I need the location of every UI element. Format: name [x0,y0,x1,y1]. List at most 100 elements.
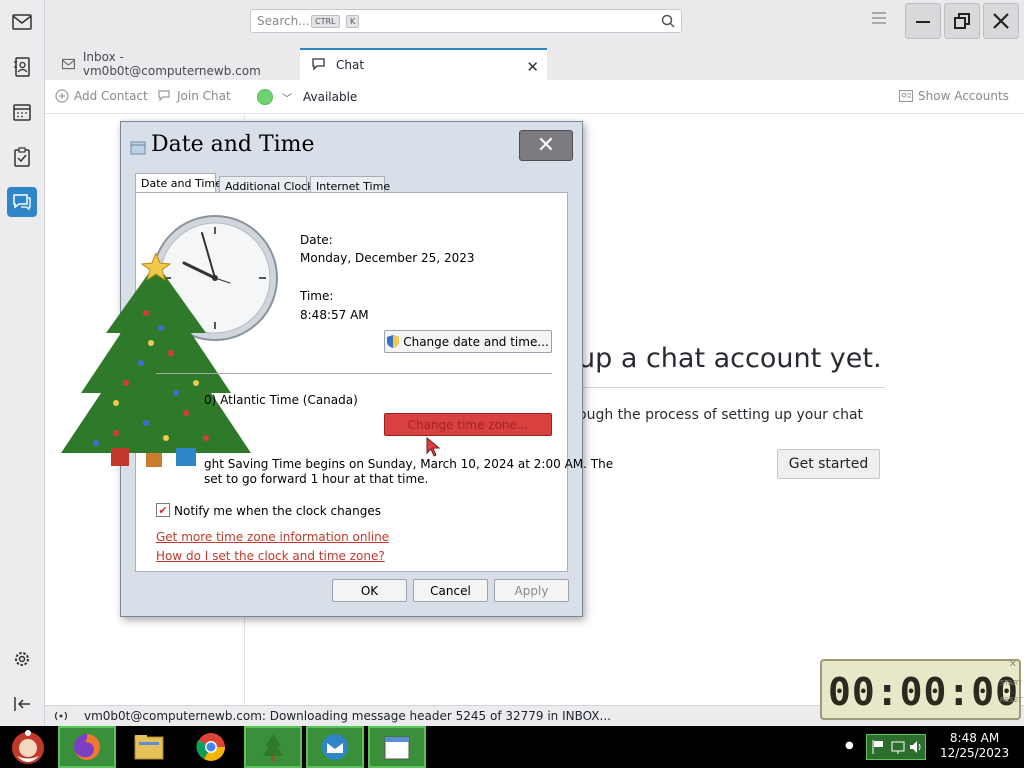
search-input[interactable]: Search... CTRL K [250,9,682,33]
app-menu-button[interactable] [872,12,892,32]
chat-icon [13,194,31,211]
mail-icon [62,58,75,70]
mouse-cursor-icon [426,437,440,457]
change-date-time-label: Change date and time... [403,334,549,349]
notify-label: Notify me when the clock changes [174,504,381,518]
system-tray [866,734,926,760]
taskbar-clock[interactable]: 8:48 AM 12/25/2023 [940,731,1009,761]
xmas-tree-icon [263,734,283,761]
restore-button[interactable] [944,3,980,39]
kbd-k: K [346,15,360,28]
close-icon [993,13,1009,29]
minimize-icon [916,21,930,23]
search-icon [661,14,675,28]
chat-icon [312,58,325,71]
time-label: Time: [300,289,334,303]
status-available-icon [257,89,273,105]
settings-space-button[interactable] [7,644,37,674]
collapse-left-icon [14,697,30,711]
hamburger-icon [872,12,886,24]
thunderbird-icon [322,734,348,760]
join-chat-icon [158,90,170,102]
tab-close-icon[interactable]: ✕ [526,58,539,76]
tab-chat[interactable]: Chat ✕ [300,48,547,80]
dialog-title: Date and Time [151,132,315,157]
show-accounts-button[interactable]: Show Accounts [899,89,1009,103]
dst-notice-line1: ght Saving Time begins on Sunday, March … [204,457,614,471]
tab-chat-label: Chat [336,58,365,72]
status-label: Available [303,90,358,104]
address-book-icon [14,57,30,77]
chevron-down-icon: ﹀ [282,93,292,105]
section-divider [156,373,552,374]
add-contact-icon [55,89,69,103]
dialog-close-button[interactable]: ✕ [519,130,573,161]
restore-icon [954,13,970,29]
status-text: vm0b0t@computernewb.com: Downloading mes… [84,709,611,723]
tab-inbox[interactable]: Inbox - vm0b0t@computernewb.com [50,48,300,80]
date-value: Monday, December 25, 2023 [300,251,475,265]
collapse-spaces-button[interactable] [7,689,37,719]
add-contact-button[interactable]: Add Contact [55,89,148,103]
taskbar-chrome[interactable] [182,726,240,768]
tray-overflow-icon[interactable]: ● [845,740,854,751]
taskbar-file-explorer[interactable] [120,726,178,768]
chrome-icon [196,733,225,761]
taskbar-time: 8:48 AM [949,731,1000,745]
calendar-space-button[interactable] [7,97,37,127]
flag-icon[interactable] [871,739,885,755]
start-button[interactable] [0,726,56,768]
notify-checkbox[interactable]: ✔ [156,503,170,517]
christmas-tree-icon [61,253,251,467]
timezone-value: 0) Atlantic Time (Canada) [204,393,358,407]
tasks-icon [14,147,30,167]
taskbar-thunderbird[interactable] [306,726,364,768]
dst-notice-line2: set to go forward 1 hour at that time. [204,472,429,486]
online-status-icon [54,711,68,721]
date-time-panel: Date: Monday, December 25, 2023 Time: 8:… [61,192,613,572]
time-value: 8:48:57 AM [300,308,369,322]
address-book-space-button[interactable] [7,52,37,82]
timer-close-icon[interactable]: ✕ [1009,659,1017,670]
cancel-button[interactable]: Cancel [413,579,488,602]
calendar-icon [13,104,31,121]
mail-space-button[interactable] [7,7,37,37]
time-zone-info-link[interactable]: Get more time zone information online [156,530,389,544]
mail-icon [12,14,32,30]
date-time-dialog: Date and Time ✕ Date and Time Additional… [61,121,613,617]
change-date-time-button[interactable]: Change date and time... [384,330,552,353]
get-started-button[interactable]: Get started [777,449,880,479]
status-selector[interactable]: ﹀ Available [257,89,357,105]
add-contact-label: Add Contact [74,89,148,103]
close-window-button[interactable] [983,3,1019,39]
countdown-timer-widget: 00:00:00 START RESET ✕ [820,659,1022,720]
apply-button[interactable]: Apply [494,579,569,602]
firefox-icon [74,734,100,760]
kbd-ctrl: CTRL [311,15,340,28]
change-time-zone-button[interactable]: Change time zone... [384,413,552,436]
title-bar: Search... CTRL K [45,0,1024,44]
uac-shield-icon [387,335,400,348]
folder-icon [134,735,164,760]
set-clock-help-link[interactable]: How do I set the clock and time zone? [156,549,385,563]
minimize-button[interactable] [905,3,941,39]
heading-divider [578,387,885,388]
no-account-heading: up a chat account yet. [578,343,882,374]
network-icon[interactable] [891,739,905,755]
chat-space-button[interactable] [7,187,37,217]
tasks-space-button[interactable] [7,142,37,172]
join-chat-button[interactable]: Join Chat [158,89,231,103]
tab-bar: Inbox - vm0b0t@computernewb.com Chat ✕ [45,44,1024,80]
taskbar-date: 12/25/2023 [940,746,1010,760]
taskbar-xmas-app[interactable] [244,726,302,768]
calendar-app-icon [384,736,410,760]
ok-button[interactable]: OK [332,579,407,602]
search-placeholder: Search... [257,14,310,28]
taskbar-calendar-app[interactable] [368,726,426,768]
join-chat-label: Join Chat [177,89,231,103]
timer-reset-button[interactable]: RESET [1000,696,1022,704]
timer-start-button[interactable]: START [1000,679,1022,687]
taskbar-firefox[interactable] [58,726,116,768]
volume-icon[interactable] [909,739,923,755]
taskbar: ● 8:48 AM 12/25/2023 [0,726,1024,768]
